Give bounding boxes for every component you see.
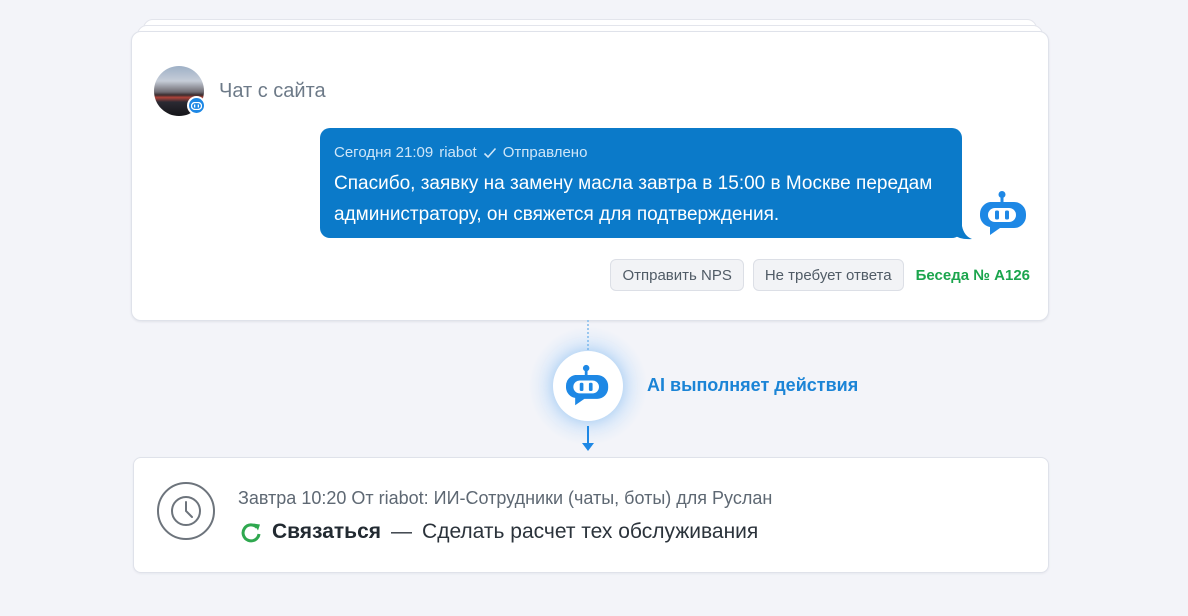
- ai-bot-circle: [553, 351, 623, 421]
- message-date: Сегодня 21:09: [334, 144, 434, 161]
- task-card[interactable]: Завтра 10:20 От riabot: ИИ-Сотрудники (ч…: [133, 457, 1049, 573]
- refresh-icon: [241, 523, 261, 543]
- bubble-tail: [952, 226, 972, 240]
- ai-action-label: AI выполняет действия: [647, 375, 859, 395]
- message-bubble: Сегодня 21:09 riabot Отправлено Спасибо,…: [320, 128, 962, 238]
- task-action: Связаться: [272, 520, 382, 543]
- checkmark-icon: [483, 147, 496, 158]
- message-text: Спасибо, заявку на замену масла завтра в…: [334, 173, 933, 225]
- chat-card: Чат с сайта Сегодня 21:09 riabot Отправл…: [131, 31, 1049, 321]
- bot-badge-icon: [187, 96, 206, 115]
- arrow-down-icon: [582, 426, 594, 451]
- clock-icon: [157, 482, 215, 540]
- bot-icon: [565, 364, 609, 406]
- message-meta: Сегодня 21:09 riabot Отправлено: [334, 144, 587, 161]
- message-actions: Отправить NPS Не требует ответа Беседа №…: [610, 259, 1030, 291]
- task-meta: Завтра 10:20 От riabot: ИИ-Сотрудники (ч…: [238, 488, 773, 508]
- task-line: Связаться — Сделать расчет тех обслужива…: [240, 520, 758, 544]
- bot-icon: [979, 191, 1026, 235]
- task-description: Сделать расчет тех обслуживания: [422, 520, 759, 543]
- no-reply-needed-button[interactable]: Не требует ответа: [752, 259, 904, 291]
- task-separator: —: [391, 520, 413, 543]
- message-sender: riabot: [439, 144, 477, 161]
- message-status: Отправлено: [502, 144, 588, 161]
- channel-title: Чат с сайта: [219, 80, 326, 102]
- send-nps-button[interactable]: Отправить NPS: [610, 259, 744, 291]
- conversation-link[interactable]: Беседа № А126: [916, 267, 1030, 284]
